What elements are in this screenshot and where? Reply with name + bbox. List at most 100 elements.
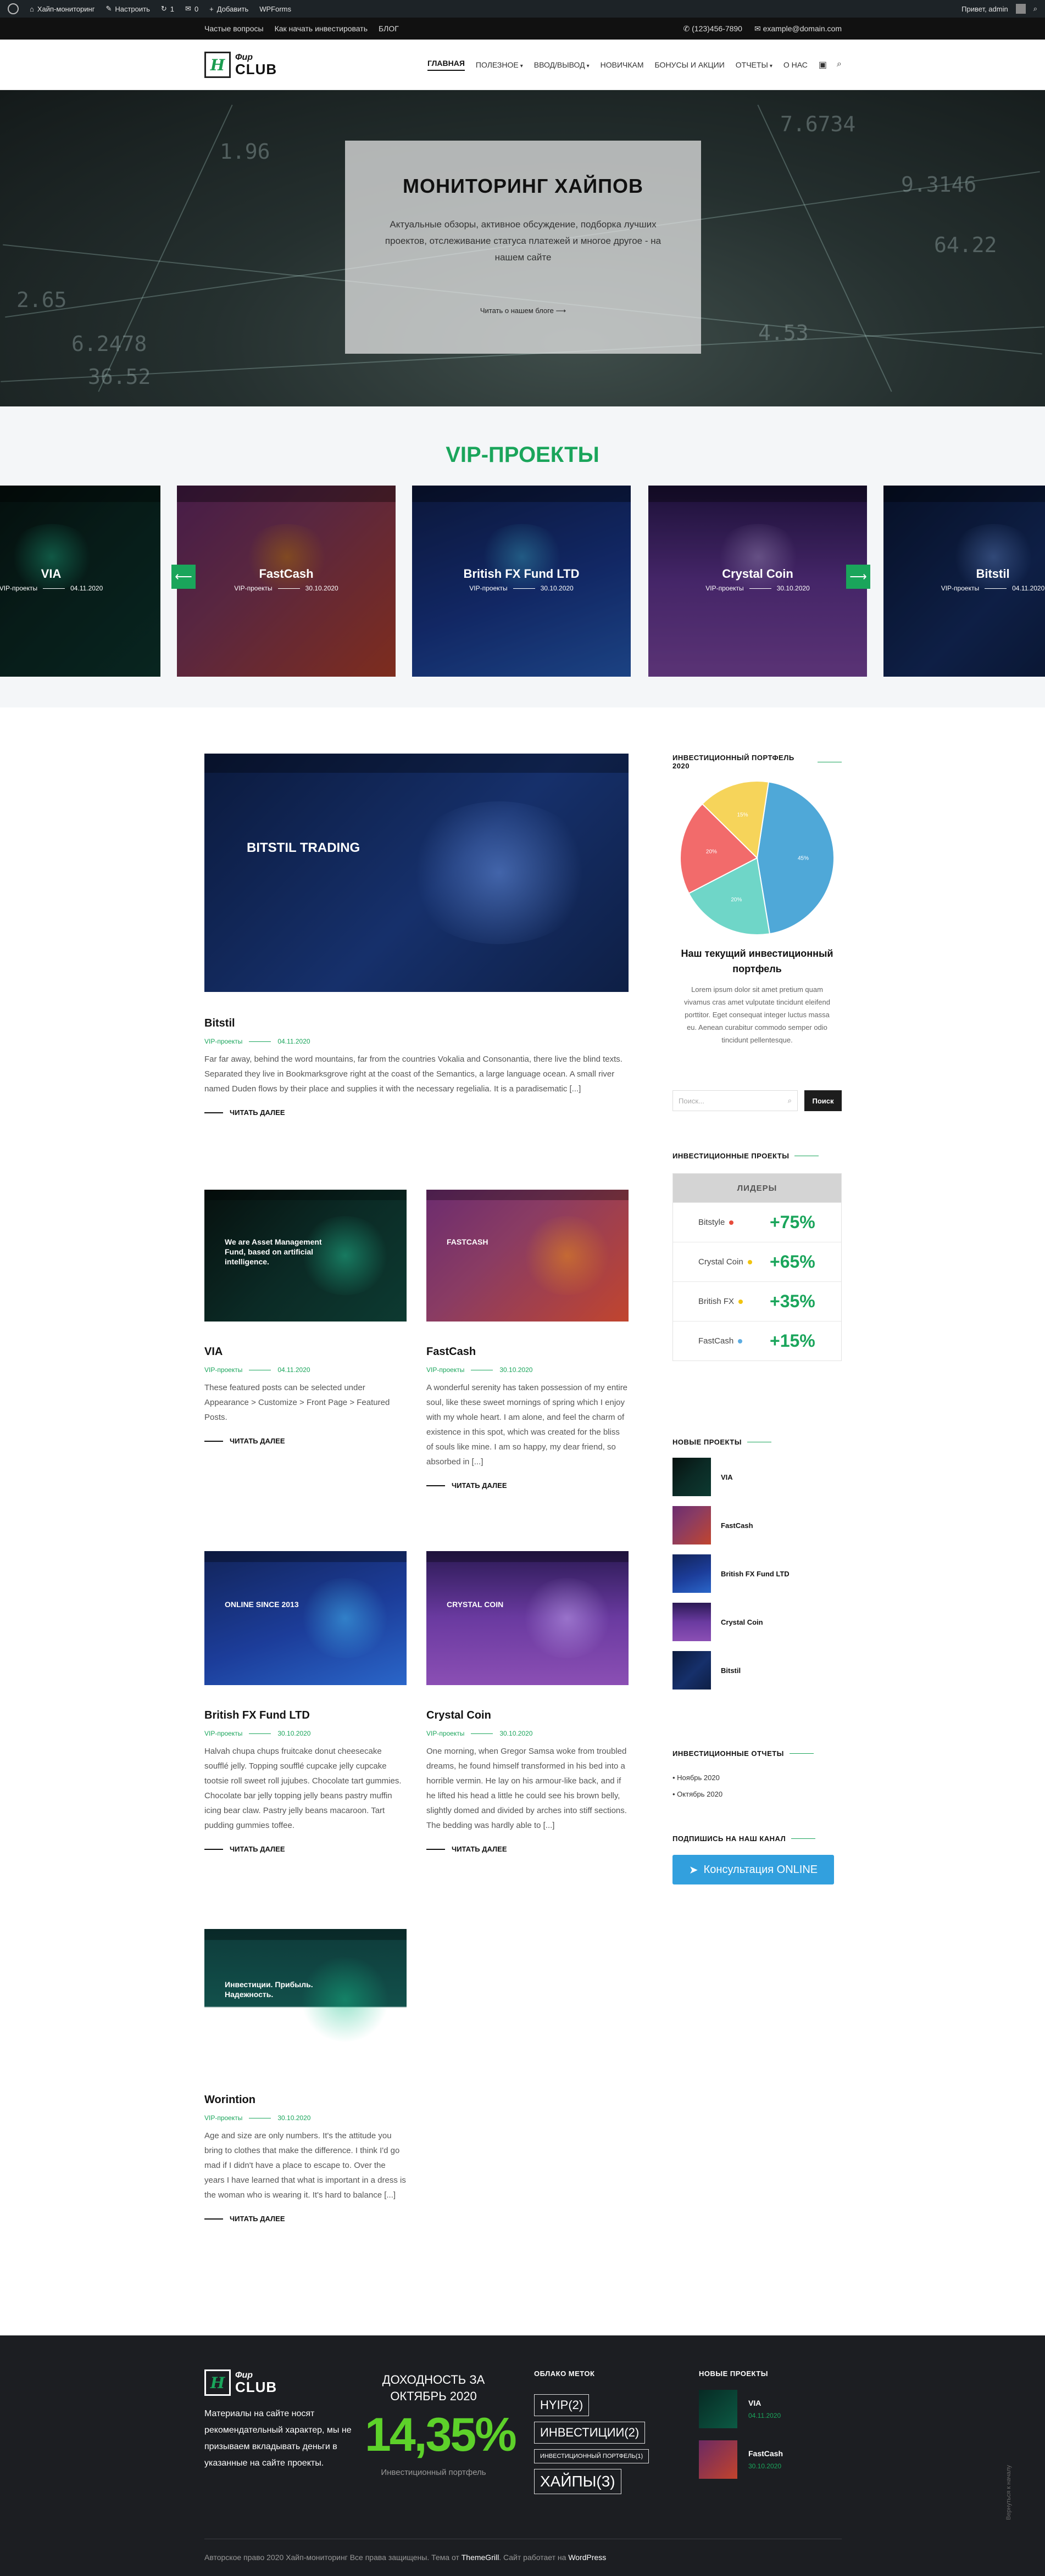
new-project-item[interactable]: Bitstil — [672, 1646, 842, 1694]
post-title[interactable]: Worintion — [204, 2094, 407, 2106]
post-category-link[interactable]: VIP-проекты — [204, 2114, 242, 2122]
report-link[interactable]: • Ноябрь 2020 — [672, 1770, 842, 1786]
post-category-link[interactable]: VIP-проекты — [426, 1730, 464, 1737]
vip-card[interactable]: British FX Fund LTD VIP-проекты 30.10.2020 — [412, 486, 631, 677]
tag-link[interactable]: ХАЙПЫ(3) — [534, 2469, 621, 2494]
carousel-next-button[interactable]: ⟶ — [846, 565, 870, 589]
nav-item[interactable]: ВВОД/ВЫВОД ▾ — [534, 60, 590, 69]
new-project-thumb — [672, 1458, 711, 1496]
post-thumbnail[interactable]: CRYSTAL COIN — [426, 1551, 629, 1685]
comment-icon: ✉ — [185, 4, 191, 13]
new-project-item[interactable]: VIA — [672, 1453, 842, 1501]
post-title[interactable]: Crystal Coin — [426, 1709, 629, 1722]
read-more-label: ЧИТАТЬ ДАЛЕЕ — [452, 1481, 507, 1490]
admin-new-link[interactable]: + Добавить — [209, 5, 248, 13]
tag-link[interactable]: ИНВЕСТИЦИИ(2) — [534, 2422, 646, 2444]
post-card: FASTCASH FastCash VIP-проекты 30.10.2020 A w… — [426, 1190, 629, 1490]
post-title[interactable]: VIA — [204, 1346, 407, 1358]
tag-cloud: HYIP(2) ИНВЕСТИЦИИ(2) ИНВЕСТИЦИОННЫЙ ПОР… — [534, 2394, 655, 2500]
post-category-link[interactable]: VIP-проекты — [204, 1730, 242, 1737]
new-project-item[interactable]: British FX Fund LTD — [672, 1549, 842, 1598]
tag-link[interactable]: HYIP(2) — [534, 2394, 590, 2416]
meta-dash — [749, 588, 771, 589]
post-category-link[interactable]: VIP-проекты — [426, 1366, 464, 1374]
wordpress-link[interactable]: WordPress — [568, 2553, 606, 2562]
leader-name[interactable]: FastCash — [698, 1336, 770, 1346]
admin-customize-label: Настроить — [115, 4, 150, 13]
admin-updates-link[interactable]: ↻ 1 — [161, 4, 174, 13]
nav-item[interactable]: ГЛАВНАЯ — [427, 59, 465, 71]
footer-logo-mark: Н — [204, 2369, 231, 2396]
search-input[interactable]: Поиск... ⌕ — [672, 1090, 798, 1111]
vip-card[interactable]: FastCash VIP-проекты 30.10.2020 — [177, 486, 396, 677]
footer-new-item[interactable]: FastCash 30.10.2020 — [699, 2440, 842, 2479]
read-more-link[interactable]: ЧИТАТЬ ДАЛЕЕ — [204, 1437, 407, 1445]
thumb-mock-nav — [204, 754, 629, 773]
vip-card[interactable]: Bitstil VIP-проекты 04.11.2020 — [883, 486, 1045, 677]
top-link[interactable]: Частые вопросы — [204, 24, 264, 33]
vip-card-title: British FX Fund LTD — [463, 567, 580, 581]
post-thumbnail[interactable]: ONLINE SINCE 2013 — [204, 1551, 407, 1685]
hero-read-link[interactable]: Читать о нашем блоге ⟶ — [345, 306, 701, 315]
vip-title: VIP-ПРОЕКТЫ — [446, 443, 599, 467]
leader-name[interactable]: Crystal Coin — [698, 1257, 770, 1267]
admin-site-link[interactable]: ⌂ Хайп-мониторинг — [30, 5, 95, 13]
post-thumbnail[interactable]: We are Asset Management Fund, based on a… — [204, 1190, 407, 1322]
read-more-link[interactable]: ЧИТАТЬ ДАЛЕЕ — [204, 1845, 407, 1853]
read-more-link[interactable]: ЧИТАТЬ ДАЛЕЕ — [426, 1481, 629, 1490]
search-icon[interactable]: ⌕ — [837, 59, 842, 70]
nav-item-label: ПОЛЕЗНОЕ — [475, 60, 519, 69]
cart-icon[interactable]: ▣ — [819, 59, 827, 70]
avatar[interactable] — [1015, 4, 1026, 14]
footer-logo[interactable]: Н Фир CLUB — [204, 2369, 358, 2396]
leader-name[interactable]: Bitstyle — [698, 1218, 770, 1227]
theme-link[interactable]: ThemeGrill — [462, 2553, 499, 2562]
new-project-item[interactable]: FastCash — [672, 1501, 842, 1549]
nav-item[interactable]: БОНУСЫ И АКЦИИ — [655, 60, 725, 69]
nav-item[interactable]: ОТЧЕТЫ ▾ — [736, 60, 772, 69]
admin-comments-link[interactable]: ✉ 0 — [185, 4, 198, 13]
post-thumbnail[interactable]: Инвестиции. Прибыль. Надежность. — [204, 1929, 407, 2070]
admin-wpforms-link[interactable]: WPForms — [259, 5, 291, 13]
admin-account-link[interactable]: Привет, admin — [961, 5, 1008, 13]
nav-item[interactable]: НОВИЧКАМ — [601, 60, 644, 69]
footer-new-date: 30.10.2020 — [748, 2462, 782, 2470]
meta-dash — [985, 588, 1007, 589]
post-thumbnail[interactable]: BITSTIL TRADING — [204, 754, 629, 992]
carousel-prev-button[interactable]: ⟵ — [171, 565, 196, 589]
post-title[interactable]: FastCash — [426, 1346, 629, 1358]
new-projects-list: VIA FastCash British FX Fund LTD Crystal Co… — [672, 1453, 842, 1694]
post-category-link[interactable]: VIP-проекты — [204, 1038, 242, 1045]
telegram-button[interactable]: ➤ Консультация ONLINE — [672, 1855, 834, 1884]
nav-item-label: ОТЧЕТЫ — [735, 60, 768, 69]
vip-card[interactable]: VIA VIP-проекты 04.11.2020 — [0, 486, 160, 677]
read-more-link[interactable]: ЧИТАТЬ ДАЛЕЕ — [426, 1845, 629, 1853]
top-link[interactable]: Как начать инвестировать — [275, 24, 368, 33]
search-icon[interactable]: ⌕ — [1033, 4, 1037, 13]
post-category-link[interactable]: VIP-проекты — [204, 1366, 242, 1374]
post-title[interactable]: British FX Fund LTD — [204, 1709, 407, 1722]
post-title[interactable]: Bitstil — [204, 1017, 629, 1030]
admin-customize-link[interactable]: ✎ Настроить — [105, 4, 149, 13]
vip-card[interactable]: Crystal Coin VIP-проекты 30.10.2020 — [648, 486, 867, 677]
copyright-mid: . Сайт работает на — [499, 2553, 566, 2562]
site-logo[interactable]: Н Фир CLUB — [204, 52, 277, 78]
post-thumbnail[interactable]: FASTCASH — [426, 1190, 629, 1322]
tag-link[interactable]: ИНВЕСТИЦИОННЫЙ ПОРТФЕЛЬ(1) — [534, 2449, 649, 2463]
phone-contact[interactable]: ✆ (123)456-7890 — [683, 24, 742, 34]
read-more-link[interactable]: ЧИТАТЬ ДАЛЕЕ — [204, 1108, 629, 1117]
report-link[interactable]: • Октябрь 2020 — [672, 1786, 842, 1803]
new-project-item[interactable]: Crystal Coin — [672, 1598, 842, 1646]
email-contact[interactable]: ✉ example@domain.com — [754, 24, 842, 34]
post-excerpt: Age and size are only numbers. It's the … — [204, 2131, 406, 2200]
nav-item[interactable]: О НАС — [783, 60, 808, 69]
search-button[interactable]: Поиск — [804, 1090, 842, 1111]
footer-new-item[interactable]: VIA 04.11.2020 — [699, 2390, 842, 2428]
vip-card-date: 30.10.2020 — [540, 584, 574, 592]
back-to-top-link[interactable]: Вернуться к началу — [1003, 2440, 1014, 2550]
leader-name[interactable]: British FX — [698, 1297, 770, 1306]
wp-logo-menu[interactable] — [8, 3, 19, 14]
top-link[interactable]: БЛОГ — [379, 24, 399, 33]
read-more-link[interactable]: ЧИТАТЬ ДАЛЕЕ — [204, 2215, 407, 2223]
nav-item[interactable]: ПОЛЕЗНОЕ ▾ — [476, 60, 523, 69]
